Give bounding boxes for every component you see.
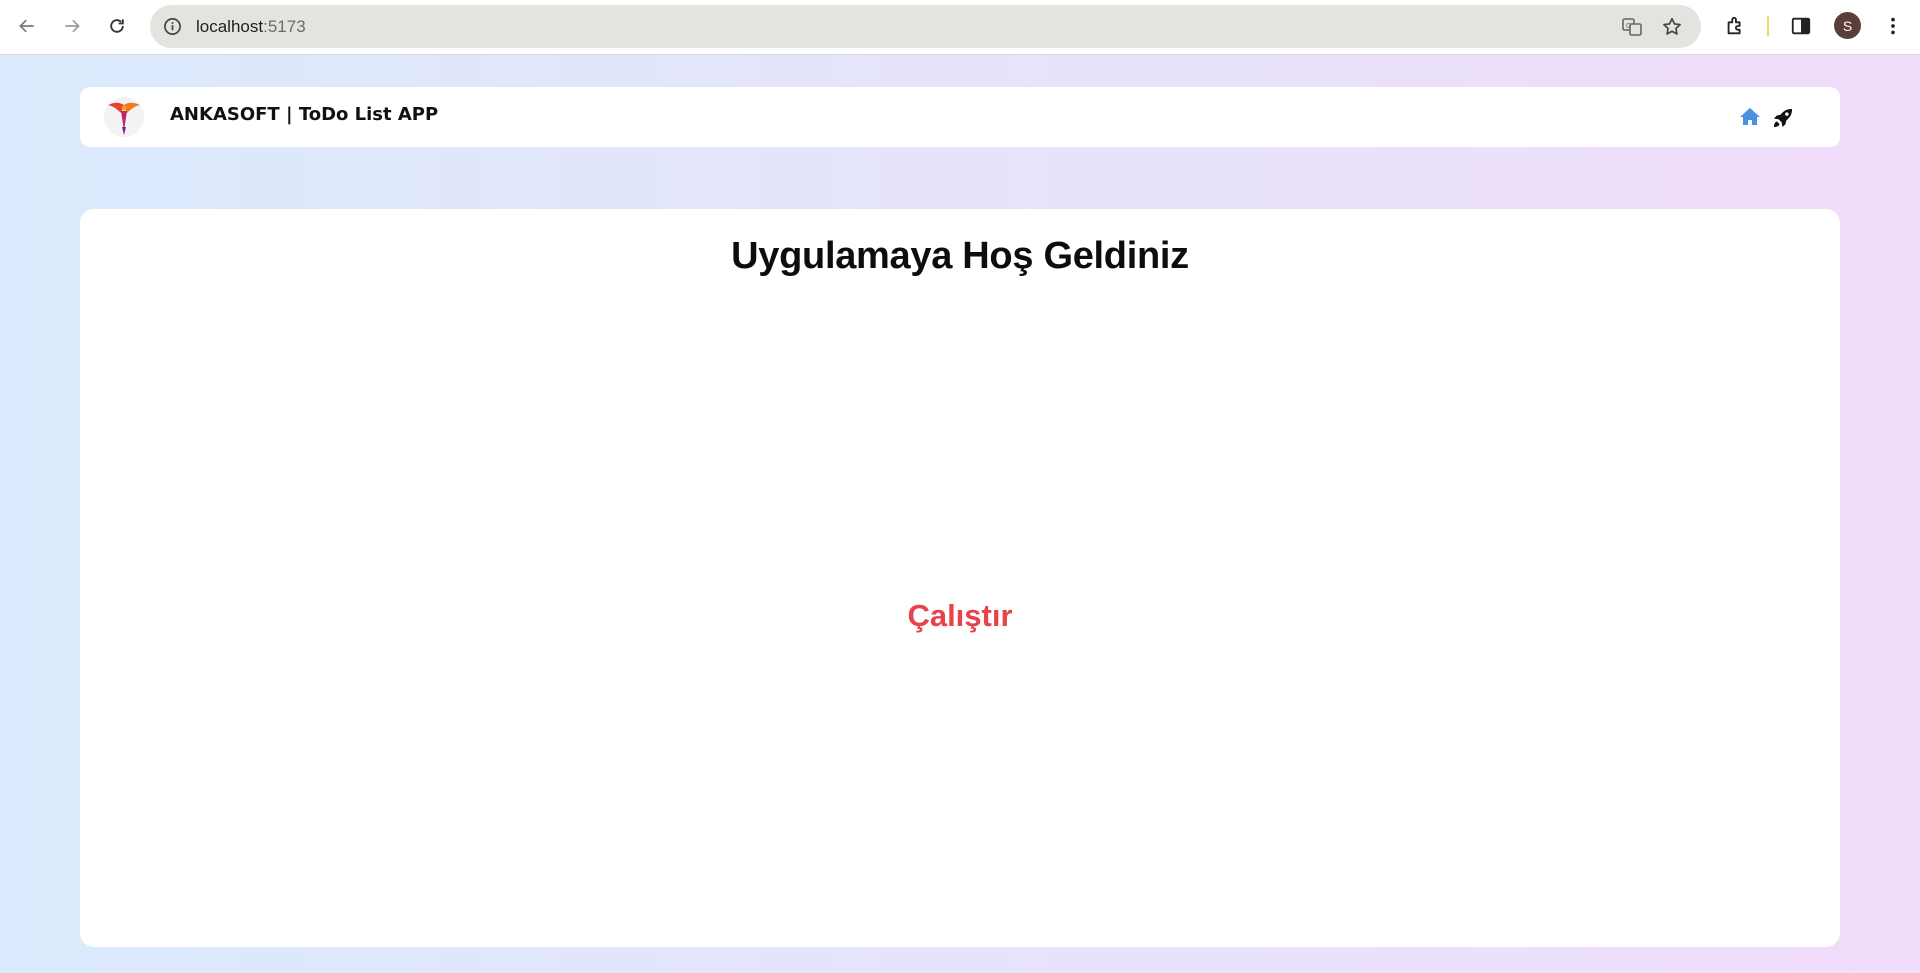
toolbar-divider [1767, 16, 1769, 36]
app-title: ANKASOFT | ToDo List APP [170, 104, 439, 125]
url-host: localhost [196, 17, 264, 36]
reload-icon [110, 19, 124, 33]
run-button[interactable]: Çalıştır [860, 591, 1060, 641]
url-port: :5173 [263, 17, 306, 36]
bookmark-star-icon[interactable] [1661, 16, 1683, 38]
main-card: Uygulamaya Hoş Geldiniz Çalıştır [80, 209, 1840, 947]
translate-icon[interactable]: G [1621, 16, 1643, 38]
browser-toolbar: localhost:5173 G S [0, 0, 1920, 55]
url-text[interactable]: localhost:5173 [196, 17, 306, 37]
profile-avatar[interactable]: S [1834, 12, 1861, 39]
arrow-left-icon [19, 19, 34, 33]
app-header: ANKASOFT | ToDo List APP [80, 87, 1840, 147]
svg-text:G: G [1626, 23, 1631, 30]
back-button[interactable] [10, 9, 44, 43]
app-logo[interactable] [104, 97, 144, 137]
arrow-right-icon [65, 19, 80, 33]
side-panel-icon[interactable] [1788, 13, 1814, 39]
home-icon[interactable] [1737, 104, 1763, 130]
forward-button[interactable] [55, 9, 89, 43]
rocket-icon[interactable] [1770, 104, 1796, 130]
page-title: Uygulamaya Hoş Geldiniz [731, 235, 1189, 277]
extensions-icon[interactable] [1722, 13, 1748, 39]
more-menu-icon[interactable] [1880, 13, 1906, 39]
site-info-icon[interactable] [162, 16, 183, 37]
reload-button[interactable] [100, 9, 134, 43]
address-bar[interactable]: localhost:5173 G [150, 5, 1701, 48]
